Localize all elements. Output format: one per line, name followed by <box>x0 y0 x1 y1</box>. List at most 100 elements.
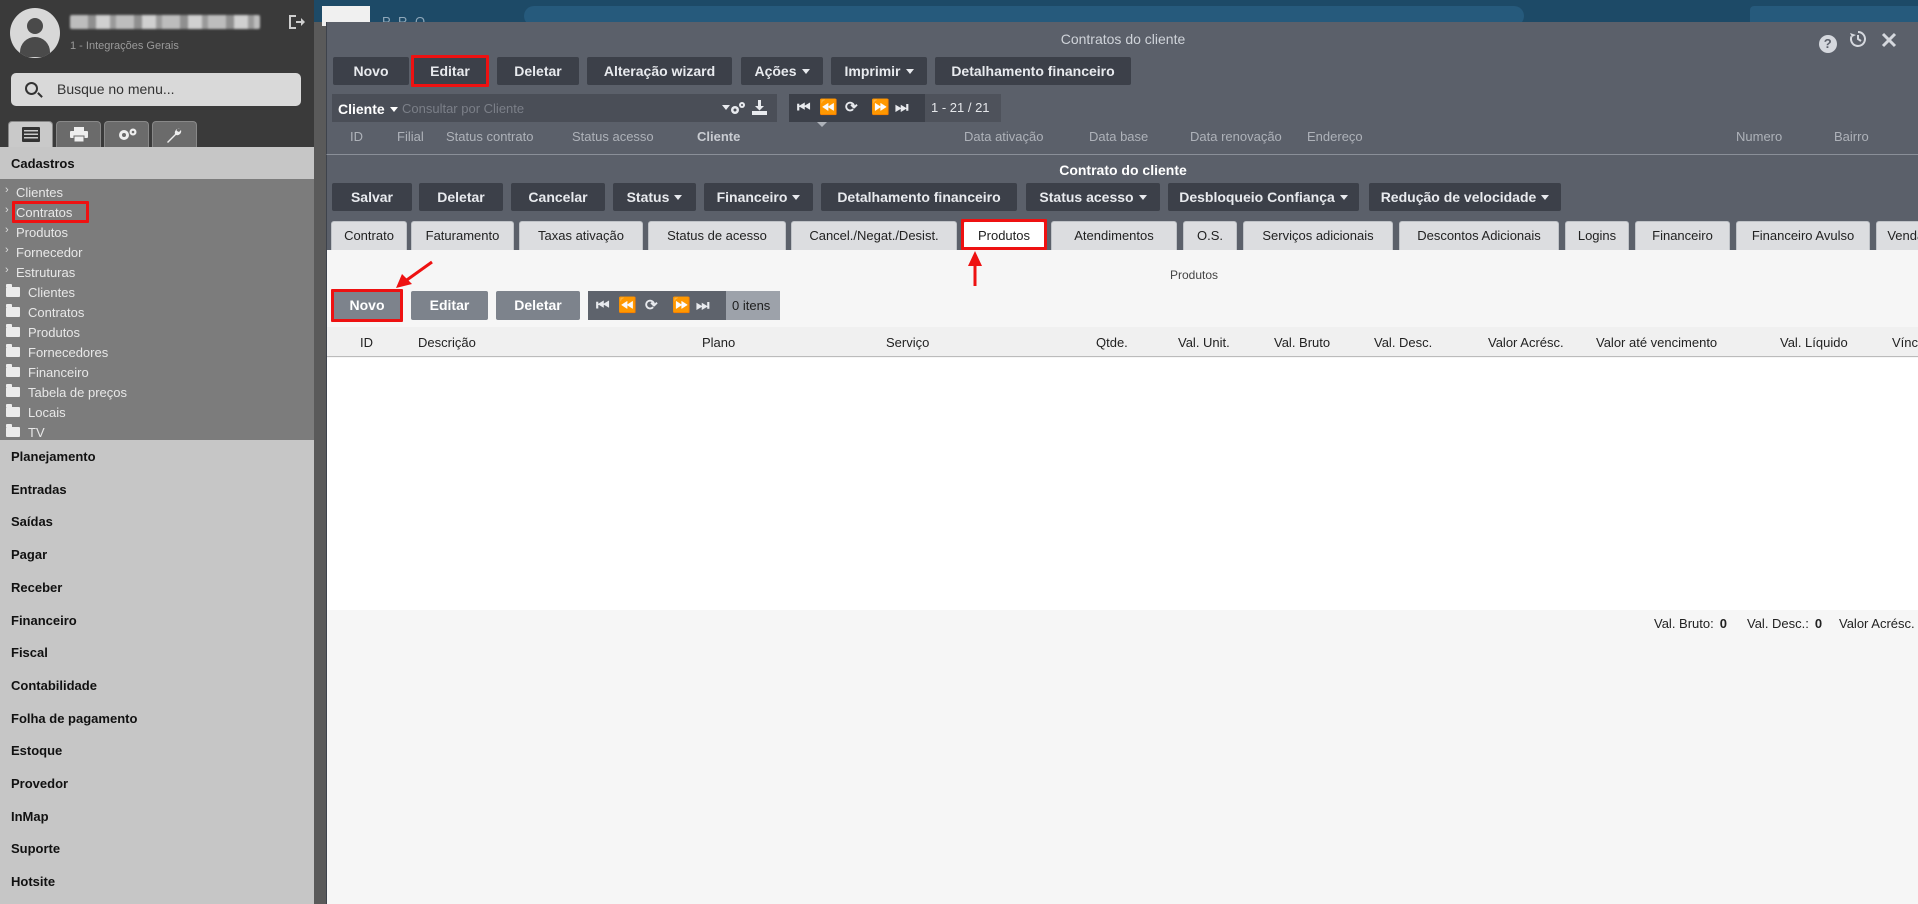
close-icon[interactable] <box>1880 32 1898 50</box>
menu-group-0[interactable]: Planejamento <box>11 449 96 464</box>
tab-13[interactable]: Vendas <box>1876 221 1918 250</box>
tab-10[interactable]: Logins <box>1565 221 1629 250</box>
inner-detalhamento-button[interactable]: Detalhamento financeiro <box>821 183 1017 211</box>
outer-deletar-button[interactable]: Deletar <box>497 57 579 85</box>
menu-group-6[interactable]: Fiscal <box>11 645 48 660</box>
menu-group-5[interactable]: Financeiro <box>11 613 77 628</box>
menu-group-3[interactable]: Pagar <box>11 547 47 562</box>
filter-search-input[interactable] <box>402 101 702 116</box>
status-acesso-dropdown[interactable]: Status acesso <box>1026 183 1160 211</box>
sidebar-item-chevron-0[interactable]: › Clientes <box>0 182 314 202</box>
outer-column-header[interactable]: Data renovação <box>1190 129 1282 144</box>
download-icon[interactable] <box>752 100 767 118</box>
grid-column-header[interactable]: Valor Acrésc. <box>1488 335 1564 350</box>
grid-column-header[interactable]: Qtde. <box>1096 335 1128 350</box>
tab-4[interactable]: Cancel./Negat./Desist. <box>791 221 957 250</box>
tab-8[interactable]: Serviços adicionais <box>1243 221 1393 250</box>
reducao-dropdown[interactable]: Redução de velocidade <box>1369 183 1561 211</box>
sidebar-item-folder-11[interactable]: Locais <box>0 402 314 422</box>
sidebar-item-folder-5[interactable]: Clientes <box>0 282 314 302</box>
next-page-icon[interactable]: ⏩ <box>672 298 691 314</box>
menu-group-2[interactable]: Saídas <box>11 514 53 529</box>
menu-group-11[interactable]: InMap <box>11 809 49 824</box>
sidebar-item-folder-6[interactable]: Contratos <box>0 302 314 322</box>
grid-column-header[interactable]: Vínc <box>1892 335 1918 350</box>
tab-11[interactable]: Financeiro <box>1635 221 1730 250</box>
history-icon[interactable] <box>1849 30 1867 48</box>
first-page-icon[interactable]: ⏮ <box>797 100 811 116</box>
sidebar-item-chevron-3[interactable]: › Fornecedor <box>0 242 314 262</box>
tab-1[interactable]: Faturamento <box>411 221 514 250</box>
filter-field-select[interactable]: Cliente <box>338 101 398 117</box>
avatar[interactable] <box>10 8 60 58</box>
inner-deletar-button[interactable]: Deletar <box>419 183 503 211</box>
help-icon[interactable]: ? <box>1818 35 1837 53</box>
first-page-icon[interactable]: ⏮ <box>596 298 610 314</box>
grid-column-header[interactable]: Val. Desc. <box>1374 335 1432 350</box>
advanced-filter-icon[interactable] <box>730 100 746 119</box>
outer-detalhamento-button[interactable]: Detalhamento financeiro <box>935 57 1131 85</box>
outer-column-header[interactable]: Data base <box>1089 129 1148 144</box>
sidebar-tab-tools[interactable] <box>152 121 197 147</box>
outer-editar-button[interactable]: Editar <box>413 57 487 85</box>
tab-5[interactable]: Produtos <box>963 221 1045 250</box>
tab-2[interactable]: Taxas ativação <box>519 221 643 250</box>
sidebar-tab-settings[interactable] <box>104 121 149 147</box>
outer-column-header[interactable]: ID <box>350 129 363 144</box>
grid-deletar-button[interactable]: Deletar <box>496 291 580 320</box>
grid-column-header[interactable]: Valor até vencimento <box>1596 335 1717 350</box>
outer-acoes-dropdown[interactable]: Ações <box>741 57 823 85</box>
grid-column-header[interactable]: Val. Unit. <box>1178 335 1230 350</box>
outer-imprimir-dropdown[interactable]: Imprimir <box>831 57 927 85</box>
sidebar-item-chevron-2[interactable]: › Produtos <box>0 222 314 242</box>
menu-group-10[interactable]: Provedor <box>11 776 68 791</box>
menu-group-cadastros[interactable]: Cadastros <box>0 147 314 179</box>
grid-column-header[interactable]: Val. Bruto <box>1274 335 1330 350</box>
last-page-icon[interactable]: ⏭ <box>895 100 909 116</box>
grid-column-header[interactable]: Descrição <box>418 335 476 350</box>
menu-search-box[interactable] <box>11 73 301 106</box>
desbloqueio-dropdown[interactable]: Desbloqueio Confiança <box>1168 183 1359 211</box>
tab-6[interactable]: Atendimentos <box>1051 221 1177 250</box>
tab-9[interactable]: Descontos Adicionais <box>1399 221 1559 250</box>
filter-caret-icon[interactable] <box>722 105 730 110</box>
grid-column-header[interactable]: Serviço <box>886 335 929 350</box>
sidebar-tab-list[interactable] <box>8 121 53 147</box>
prev-page-icon[interactable]: ⏪ <box>618 298 637 314</box>
sidebar-item-chevron-1[interactable]: › Contratos <box>0 202 314 222</box>
next-page-icon[interactable]: ⏩ <box>871 100 890 116</box>
menu-group-12[interactable]: Suporte <box>11 841 60 856</box>
menu-group-13[interactable]: Hotsite <box>11 874 55 889</box>
menu-group-1[interactable]: Entradas <box>11 482 67 497</box>
outer-column-header[interactable]: Data ativação <box>964 129 1044 144</box>
outer-column-header[interactable]: Endereço <box>1307 129 1363 144</box>
menu-group-7[interactable]: Contabilidade <box>11 678 97 693</box>
outer-column-header[interactable]: Status acesso <box>572 129 654 144</box>
sidebar-item-folder-9[interactable]: Financeiro <box>0 362 314 382</box>
grid-editar-button[interactable]: Editar <box>411 291 488 320</box>
sidebar-item-folder-7[interactable]: Produtos <box>0 322 314 342</box>
outer-column-header[interactable]: Status contrato <box>446 129 533 144</box>
grid-column-header[interactable]: ID <box>360 335 373 350</box>
tab-3[interactable]: Status de acesso <box>648 221 786 250</box>
outer-column-header[interactable]: Cliente <box>697 129 740 144</box>
menu-search-input[interactable] <box>57 81 287 97</box>
outer-column-header[interactable]: Numero <box>1736 129 1782 144</box>
refresh-icon[interactable]: ⟳ <box>845 100 858 116</box>
menu-group-8[interactable]: Folha de pagamento <box>11 711 137 726</box>
refresh-icon[interactable]: ⟳ <box>645 298 658 314</box>
outer-wizard-button[interactable]: Alteração wizard <box>587 57 732 85</box>
tab-0[interactable]: Contrato <box>331 221 407 250</box>
outer-novo-button[interactable]: Novo <box>333 57 409 85</box>
sidebar-item-folder-8[interactable]: Fornecedores <box>0 342 314 362</box>
menu-group-9[interactable]: Estoque <box>11 743 62 758</box>
grid-column-header[interactable]: Val. Líquido <box>1780 335 1848 350</box>
tab-12[interactable]: Financeiro Avulso <box>1736 221 1870 250</box>
prev-page-icon[interactable]: ⏪ <box>819 100 838 116</box>
grid-column-header[interactable]: Plano <box>702 335 735 350</box>
sidebar-item-folder-10[interactable]: Tabela de preços <box>0 382 314 402</box>
last-page-icon[interactable]: ⏭ <box>696 298 710 314</box>
financeiro-dropdown[interactable]: Financeiro <box>704 183 813 211</box>
outer-column-header[interactable]: Bairro <box>1834 129 1869 144</box>
salvar-button[interactable]: Salvar <box>332 183 412 211</box>
